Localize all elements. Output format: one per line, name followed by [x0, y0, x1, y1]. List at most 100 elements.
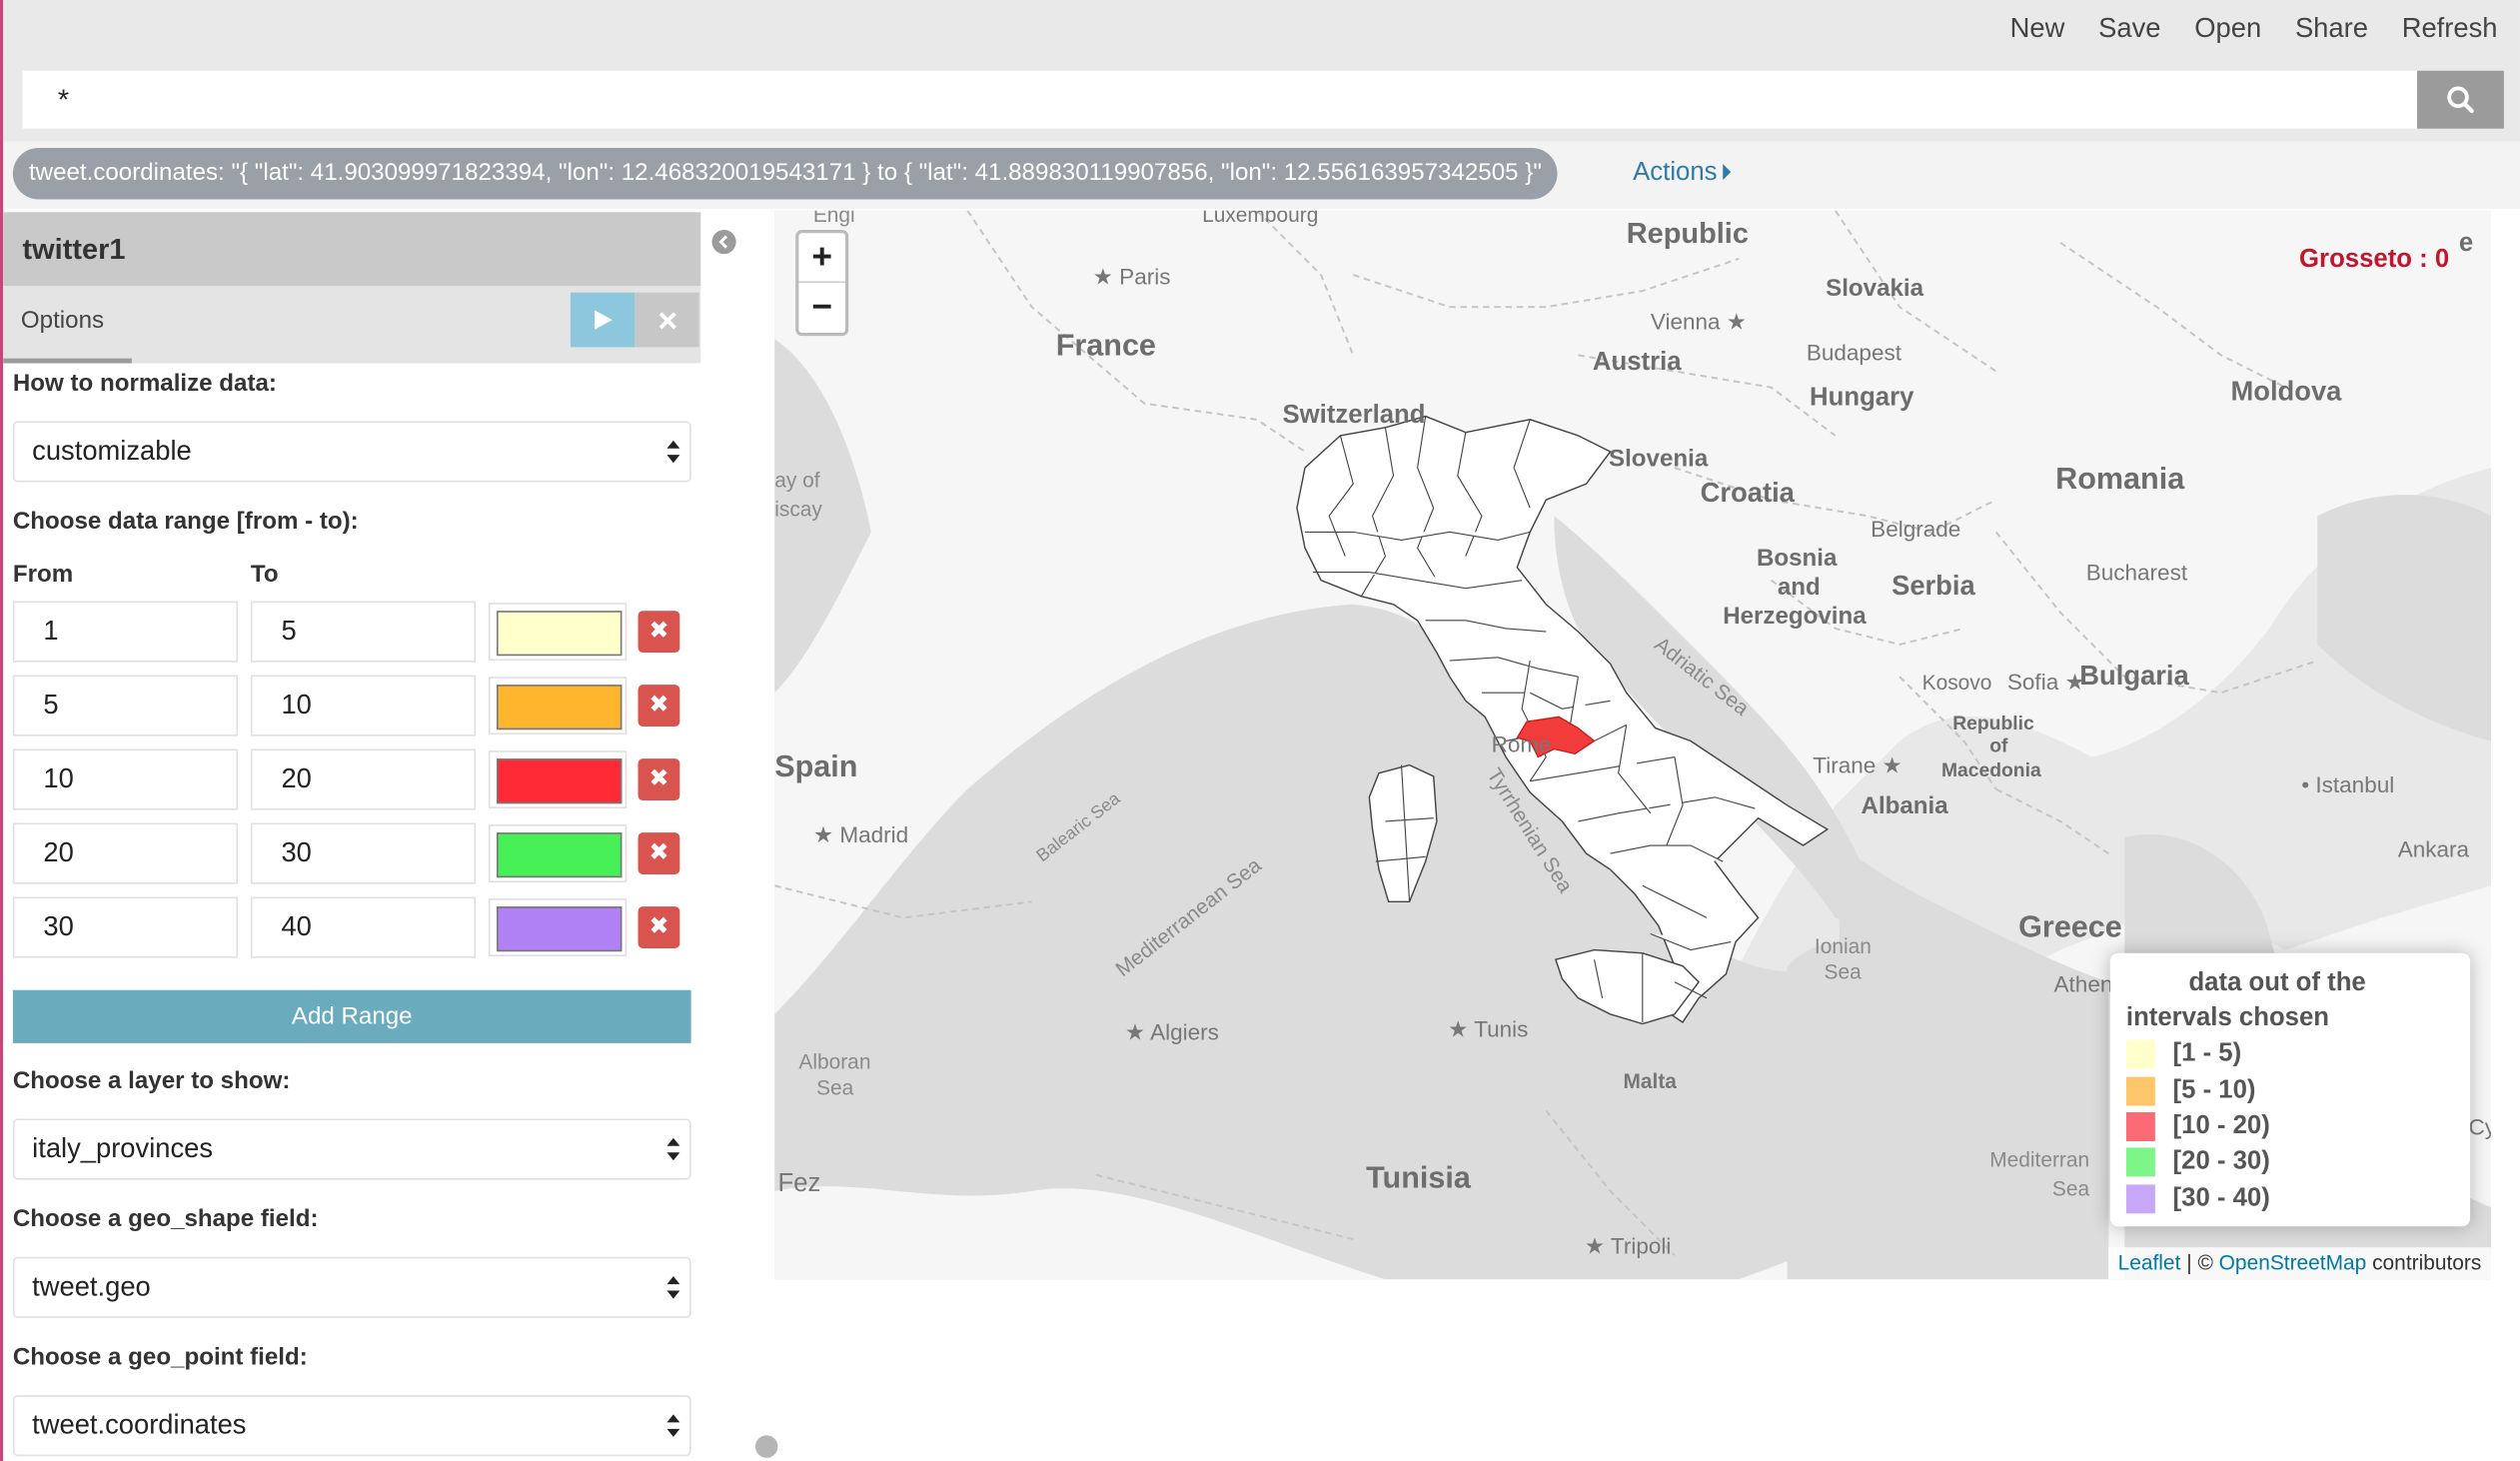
label-edge-cy: Cy: [2469, 1114, 2492, 1140]
range-from-input[interactable]: 1: [12, 601, 239, 663]
label-sofia: Sofia ★: [2006, 669, 2085, 695]
label-edge-e: e: [2459, 230, 2473, 259]
remove-range-button[interactable]: ✖: [637, 685, 680, 727]
belgrade-text: Belgrade: [1871, 516, 1961, 543]
zoom-out-button[interactable]: −: [798, 283, 845, 333]
close-icon: ✖: [648, 838, 669, 866]
kosovo-text: Kosovo: [1921, 670, 1992, 695]
osm-link[interactable]: OpenStreetMap: [2219, 1250, 2367, 1274]
label-bosnia-1: Bosnia: [1756, 545, 1838, 573]
label-greece: Greece: [2018, 910, 2122, 945]
legend-label: [20 - 30): [2172, 1147, 2270, 1176]
label-istanbul: • Istanbul: [2301, 771, 2395, 797]
remove-range-button[interactable]: ✖: [637, 906, 680, 948]
label-vienna: Vienna ★: [1650, 308, 1748, 335]
map[interactable]: France Switzerland Austria Hungary Slova…: [774, 210, 2492, 1280]
legend-item: [10 - 20): [2125, 1108, 2454, 1144]
new-button[interactable]: New: [2010, 0, 2065, 58]
legend-title-2: intervals chosen: [2125, 1004, 2330, 1032]
label-bay-2: iscay: [774, 497, 822, 521]
zoom-control: + −: [795, 230, 849, 337]
zoom-in-button[interactable]: +: [798, 233, 846, 284]
label-serbia: Serbia: [1891, 570, 1975, 602]
geo-point-value: tweet.coordinates: [32, 1409, 247, 1441]
label-hungary: Hungary: [1810, 384, 1914, 412]
geo-shape-label: Choose a geo_shape field:: [12, 1205, 319, 1233]
attribution-sep: | ©: [2180, 1250, 2219, 1275]
search-button[interactable]: [2417, 70, 2504, 129]
legend-item: [30 - 40): [2125, 1180, 2454, 1216]
label-ionian-1: Ionian: [1815, 933, 1872, 957]
tirane-text: Tirane: [1813, 751, 1877, 778]
add-range-button[interactable]: Add Range: [12, 989, 691, 1043]
share-button[interactable]: Share: [2295, 0, 2368, 58]
label-ankara: Ankara: [2398, 835, 2469, 861]
collapse-bottom-button[interactable]: [754, 1435, 778, 1458]
range-from-input[interactable]: 30: [12, 896, 239, 958]
edge-e-text: e: [2458, 230, 2474, 258]
bay-1-text: ay of: [774, 468, 820, 493]
save-button[interactable]: Save: [2098, 0, 2160, 58]
remove-range-button[interactable]: ✖: [637, 758, 680, 800]
budapest-text: Budapest: [1806, 339, 1902, 366]
hover-info: Grosseto : 0: [2299, 246, 2450, 274]
layer-value: italy_provinces: [32, 1132, 214, 1164]
range-to-value: 10: [281, 690, 312, 721]
range-to-input[interactable]: 10: [250, 675, 477, 736]
tab-options[interactable]: Options: [3, 286, 132, 364]
label-spain: Spain: [774, 750, 858, 784]
range-from-input[interactable]: 10: [12, 748, 239, 810]
filter-bar: tweet.coordinates: "{ "lat": 41.90309997…: [3, 141, 2520, 210]
range-from-value: 10: [43, 762, 74, 794]
range-from-input[interactable]: 20: [12, 822, 239, 884]
label-macedonia-2: of: [1989, 734, 2008, 757]
alboran-1-text: Alboran: [798, 1049, 871, 1074]
label-bosnia-3: Herzegovina: [1723, 603, 1867, 631]
ankara-text: Ankara: [2397, 835, 2470, 862]
apply-button[interactable]: [570, 292, 635, 348]
search-input[interactable]: [22, 70, 2418, 129]
actions-label: Actions: [1633, 159, 1718, 187]
legend-item: [20 - 30): [2125, 1144, 2454, 1180]
geo-point-select[interactable]: tweet.coordinates: [12, 1395, 691, 1457]
vienna-text: Vienna: [1650, 308, 1721, 335]
select-arrows-icon: [666, 440, 680, 464]
range-to-input[interactable]: 30: [250, 822, 477, 884]
refresh-button[interactable]: Refresh: [2402, 0, 2498, 58]
range-from-value: 20: [43, 836, 74, 868]
range-color-picker[interactable]: [488, 677, 628, 735]
label-luxembourg: Luxembourg: [1202, 211, 1318, 227]
range-color-picker[interactable]: [488, 603, 628, 662]
close-icon: ✖: [648, 764, 669, 792]
range-color-picker[interactable]: [488, 750, 628, 809]
range-color-picker[interactable]: [488, 824, 628, 883]
remove-range-button[interactable]: ✖: [637, 611, 680, 654]
range-to-value: 20: [281, 762, 312, 794]
range-to-input[interactable]: 20: [250, 748, 477, 810]
leaflet-link[interactable]: Leaflet: [2118, 1250, 2181, 1274]
geo-shape-select[interactable]: tweet.geo: [12, 1256, 691, 1318]
actions-link[interactable]: Actions: [1633, 142, 1733, 206]
label-slovakia: Slovakia: [1826, 275, 1924, 303]
open-button[interactable]: Open: [2194, 0, 2261, 58]
range-from-input[interactable]: 5: [12, 675, 239, 736]
geo-point-label: Choose a geo_point field:: [12, 1343, 308, 1371]
range-color-picker[interactable]: [488, 898, 628, 956]
collapse-sidebar-button[interactable]: [711, 230, 736, 255]
label-alboran-1: Alboran: [798, 1049, 870, 1073]
madrid-text: Madrid: [839, 820, 909, 847]
range-to-input[interactable]: 5: [250, 601, 477, 663]
label-croatia: Croatia: [1700, 477, 1795, 509]
range-to-input[interactable]: 40: [250, 896, 477, 958]
sidebar-tabs: Options: [3, 286, 701, 364]
layer-select[interactable]: italy_provinces: [12, 1118, 691, 1180]
legend-swatch: [2125, 1147, 2155, 1177]
discard-button[interactable]: [634, 292, 699, 348]
filter-pill[interactable]: tweet.coordinates: "{ "lat": 41.90309997…: [12, 147, 1558, 200]
label-macedonia-3: Macedonia: [1940, 758, 2041, 781]
normalize-select[interactable]: customizable: [12, 421, 691, 483]
tunis-text: Tunis: [1474, 1015, 1529, 1042]
remove-range-button[interactable]: ✖: [637, 832, 680, 874]
app-root: New Save Open Share Refresh tweet.coordi…: [0, 0, 2520, 1461]
istanbul-text: Istanbul: [2315, 771, 2395, 797]
